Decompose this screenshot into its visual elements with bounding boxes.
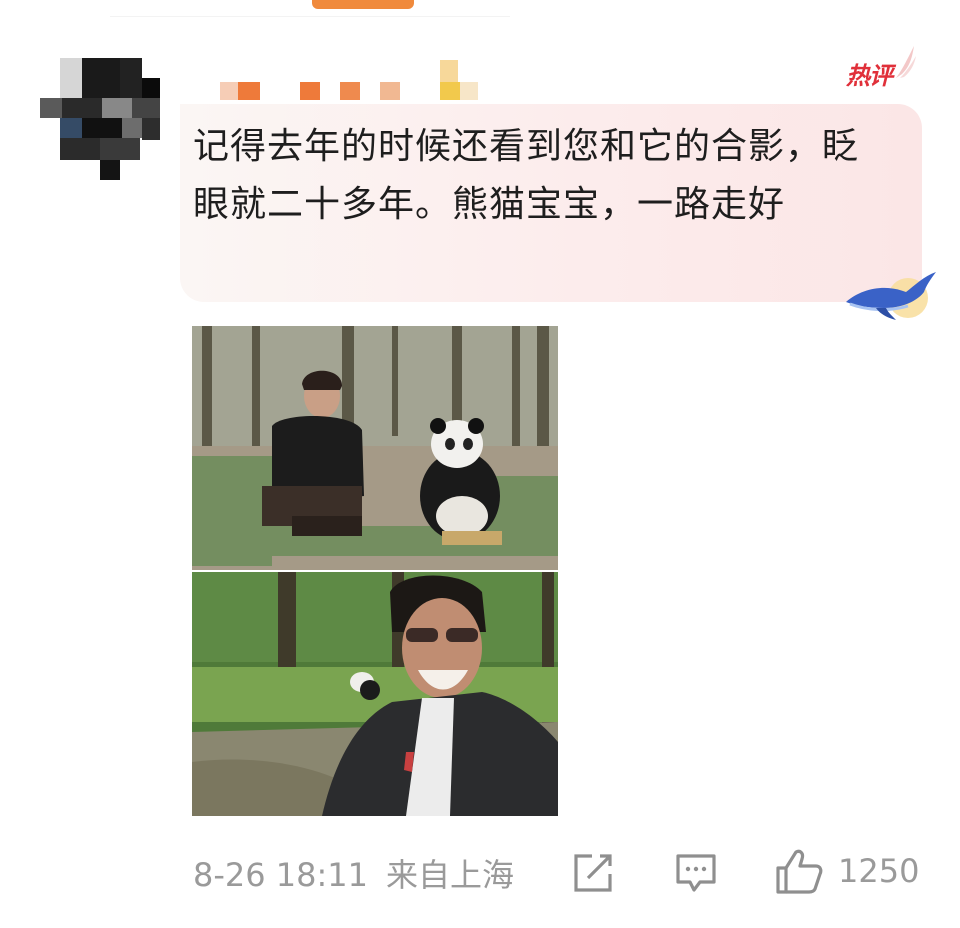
share-icon[interactable] — [572, 852, 616, 894]
like-count: 1250 — [838, 852, 920, 890]
comment-text: 记得去年的时候还看到您和它的合影，眨眼就二十多年。熊猫宝宝，一路走好 — [193, 126, 860, 225]
avatar[interactable] — [40, 58, 164, 182]
comment-photo-1[interactable] — [192, 326, 558, 570]
active-tab-indicator — [312, 0, 414, 9]
wing-icon — [896, 46, 916, 78]
comment-time: 8-26 18:11 — [193, 856, 369, 894]
hot-comment-badge: 热评 — [842, 46, 922, 96]
man-with-panda-photo — [192, 326, 558, 570]
thumbs-up-icon[interactable] — [774, 848, 824, 896]
hot-comment-label: 热评 — [846, 61, 893, 90]
comment-photo-2[interactable] — [192, 572, 558, 816]
whale-decoration-icon — [846, 272, 936, 320]
username-redacted[interactable] — [220, 60, 490, 104]
comment-icon[interactable] — [674, 852, 718, 894]
comment-meta: 8-26 18:11 来自上海 — [193, 850, 514, 896]
divider — [110, 16, 510, 17]
selfie-with-panda-photo — [192, 572, 558, 816]
comment-location: 来自上海 — [386, 856, 515, 894]
